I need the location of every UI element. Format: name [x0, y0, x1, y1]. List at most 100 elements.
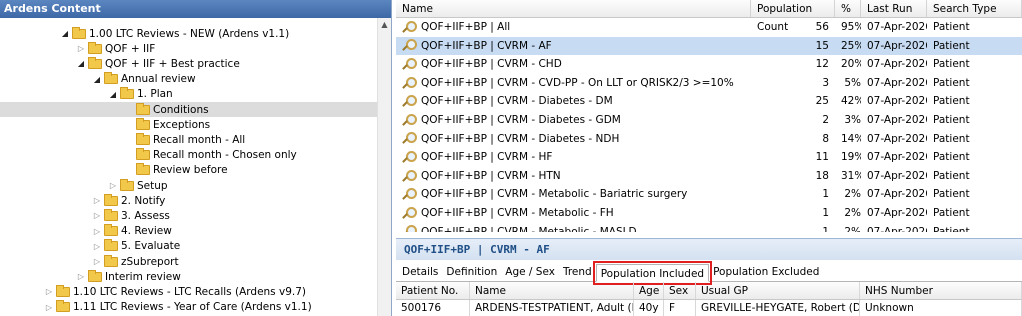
- tab-trend[interactable]: Trend: [559, 263, 596, 281]
- search-name: QOF+IIF+BP | CVRM - Metabolic - Bariatri…: [421, 188, 688, 201]
- folder-icon: [104, 224, 118, 237]
- expand-arrow-icon[interactable]: ▷: [92, 196, 102, 205]
- col-age-header[interactable]: Age: [634, 282, 664, 299]
- tree-node-label: Setup: [137, 179, 168, 192]
- tree-node[interactable]: ◢ 1.00 LTC Reviews - NEW (Ardens v1.1): [0, 26, 378, 41]
- collapse-arrow-icon[interactable]: ◢: [60, 29, 70, 38]
- percent-cell: 14%: [841, 132, 861, 145]
- tree-node[interactable]: ◢ 1. Plan: [0, 87, 378, 102]
- col-percent-header[interactable]: %: [835, 0, 861, 17]
- patient-row[interactable]: 500176 ARDENS-TESTPATIENT, Adult (Ms) 40…: [396, 300, 1022, 316]
- last-run-cell: 07-Apr-2026: [867, 151, 927, 164]
- search-type-cell: Patient: [933, 132, 970, 145]
- tree-node[interactable]: ▷ Setup: [0, 178, 378, 193]
- col-patient-no-header[interactable]: Patient No.: [396, 282, 470, 299]
- tree-node[interactable]: ◢ Annual review: [0, 72, 378, 87]
- search-row[interactable]: QOF+IIF+BP | CVRM - Diabetes - NDH 8 14% 07…: [396, 130, 1022, 149]
- folder-icon: [104, 208, 118, 221]
- patient-age: 40y: [634, 300, 664, 316]
- collapse-arrow-icon[interactable]: ◢: [108, 90, 118, 99]
- tree-scrollbar[interactable]: ▲: [377, 18, 391, 316]
- tree-node[interactable]: Recall month - All: [0, 132, 378, 147]
- tree-node[interactable]: ▷ 1.11 LTC Reviews - Year of Care (Ardens…: [0, 300, 378, 315]
- tree-node[interactable]: Recall month - Chosen only: [0, 148, 378, 163]
- expand-arrow-icon[interactable]: ▷: [92, 211, 102, 220]
- tab-age-sex[interactable]: Age / Sex: [501, 263, 559, 281]
- tree-node[interactable]: Review before: [0, 163, 378, 178]
- tree-node[interactable]: ▷ 1.10 LTC Reviews - LTC Recalls (Ardens …: [0, 284, 378, 299]
- folder-icon: [104, 193, 118, 206]
- expand-arrow-icon[interactable]: ▷: [44, 287, 54, 296]
- expand-arrow-icon[interactable]: ▷: [92, 257, 102, 266]
- search-type-cell: Patient: [933, 95, 970, 108]
- percent-cell: 3%: [844, 113, 861, 126]
- search-row[interactable]: QOF+IIF+BP | CVRM - Diabetes - GDM 2 3% 07-…: [396, 111, 1022, 130]
- col-sex-header[interactable]: Sex: [664, 282, 696, 299]
- search-row[interactable]: QOF+IIF+BP | CVRM - Metabolic - MASLD 1 2%…: [396, 223, 1022, 232]
- tab-details[interactable]: Details: [398, 263, 442, 281]
- population-count-cell: 56: [815, 21, 829, 33]
- tree-node[interactable]: Conditions: [0, 102, 378, 118]
- population-count-cell: 1: [822, 188, 829, 201]
- tree-node[interactable]: ◢ QOF + IIF + Best practice: [0, 56, 378, 71]
- tree-node[interactable]: ▷ zSubreport: [0, 254, 378, 269]
- search-row[interactable]: QOF+IIF+BP | CVRM - Metabolic - Bariatri…: [396, 185, 1022, 204]
- tree-node-label: Interim review: [105, 270, 181, 283]
- folder-icon: [136, 117, 150, 130]
- expand-arrow-icon[interactable]: ▷: [92, 242, 102, 251]
- tree-node[interactable]: ▷ Interim review: [0, 269, 378, 284]
- search-name-cell: QOF+IIF+BP | CVRM - HTN: [396, 167, 751, 186]
- tab-population-included[interactable]: Population Included: [592, 261, 713, 285]
- search-name: QOF+IIF+BP | CVRM - HTN: [421, 169, 561, 182]
- percent-cell: 20%: [841, 58, 861, 71]
- tree-node-label: zSubreport: [121, 255, 179, 268]
- search-row[interactable]: QOF+IIF+BP | CVRM - CVD-PP - On LLT or Q…: [396, 74, 1022, 93]
- collapse-arrow-icon[interactable]: ◢: [92, 75, 102, 84]
- tab-definition[interactable]: Definition: [442, 263, 501, 281]
- col-last-run-header[interactable]: Last Run: [861, 0, 927, 17]
- search-magnifier-icon: [402, 188, 417, 201]
- search-row[interactable]: QOF+IIF+BP | All 56 95% 07-Apr-2026 Patient: [396, 18, 1022, 37]
- search-type-cell: Patient: [933, 169, 970, 182]
- tree-node[interactable]: ▷ 2. Notify: [0, 193, 378, 208]
- expand-arrow-icon[interactable]: ▷: [44, 303, 54, 312]
- col-nhs-number-header[interactable]: NHS Number: [860, 282, 1022, 299]
- tree-node[interactable]: ▷ 3. Assess: [0, 208, 378, 223]
- expand-arrow-icon[interactable]: ▷: [108, 181, 118, 190]
- percent-cell: 95%: [841, 21, 861, 33]
- search-magnifier-icon: [402, 169, 417, 183]
- col-patient-name-header[interactable]: Name: [470, 282, 634, 299]
- search-row[interactable]: QOF+IIF+BP | CVRM - Diabetes - DM 25 42% 07…: [396, 92, 1022, 111]
- tree-node[interactable]: Exceptions: [0, 117, 378, 132]
- search-row[interactable]: QOF+IIF+BP | CVRM - HTN 18 31% 07-Apr-2026 P…: [396, 167, 1022, 186]
- tree-node-label: 1.00 LTC Reviews - NEW (Ardens v1.1): [89, 27, 290, 40]
- collapse-arrow-icon[interactable]: ◢: [76, 59, 86, 68]
- search-magnifier-icon: [402, 39, 417, 52]
- col-population-header[interactable]: Population Count: [751, 0, 835, 33]
- percent-cell: 19%: [841, 151, 861, 164]
- col-usual-gp-header[interactable]: Usual GP: [696, 282, 860, 299]
- expand-arrow-icon[interactable]: ▷: [92, 227, 102, 236]
- scroll-up-arrow-icon[interactable]: ▲: [378, 18, 391, 32]
- percent-cell: 2%: [844, 188, 861, 201]
- search-row[interactable]: QOF+IIF+BP | CVRM - Metabolic - FH 1 2% 07-…: [396, 204, 1022, 223]
- tree-node[interactable]: ▷ 5. Evaluate: [0, 239, 378, 254]
- percent-cell: 25%: [841, 39, 861, 52]
- tree-node[interactable]: ▷ QOF + IIF: [0, 41, 378, 56]
- tree-node-label: 1. Plan: [137, 88, 173, 101]
- population-count-cell: 1: [822, 225, 829, 232]
- col-name-header[interactable]: Name: [396, 0, 751, 17]
- search-row[interactable]: QOF+IIF+BP | CVRM - AF 15 25% 07-Apr-2026 Pa…: [396, 36, 1022, 56]
- tab-population-excluded[interactable]: Population Excluded: [709, 263, 823, 281]
- patient-number: 500176: [396, 300, 470, 316]
- search-name-cell: QOF+IIF+BP | CVRM - Diabetes - GDM: [396, 111, 751, 130]
- search-type-cell: Patient: [933, 21, 970, 33]
- expand-arrow-icon[interactable]: ▷: [76, 44, 86, 53]
- col-search-type-header[interactable]: Search Type: [927, 0, 1022, 17]
- expand-arrow-icon[interactable]: ▷: [76, 272, 86, 281]
- search-name-cell: QOF+IIF+BP | CVRM - Metabolic - FH: [396, 204, 751, 223]
- grid-header: Name Population Count % Last Run Search …: [396, 0, 1022, 33]
- search-row[interactable]: QOF+IIF+BP | CVRM - HF 11 19% 07-Apr-2026 Pa…: [396, 148, 1022, 167]
- tree-node[interactable]: ▷ 4. Review: [0, 224, 378, 239]
- search-row[interactable]: QOF+IIF+BP | CVRM - CHD 12 20% 07-Apr-2026 P…: [396, 55, 1022, 74]
